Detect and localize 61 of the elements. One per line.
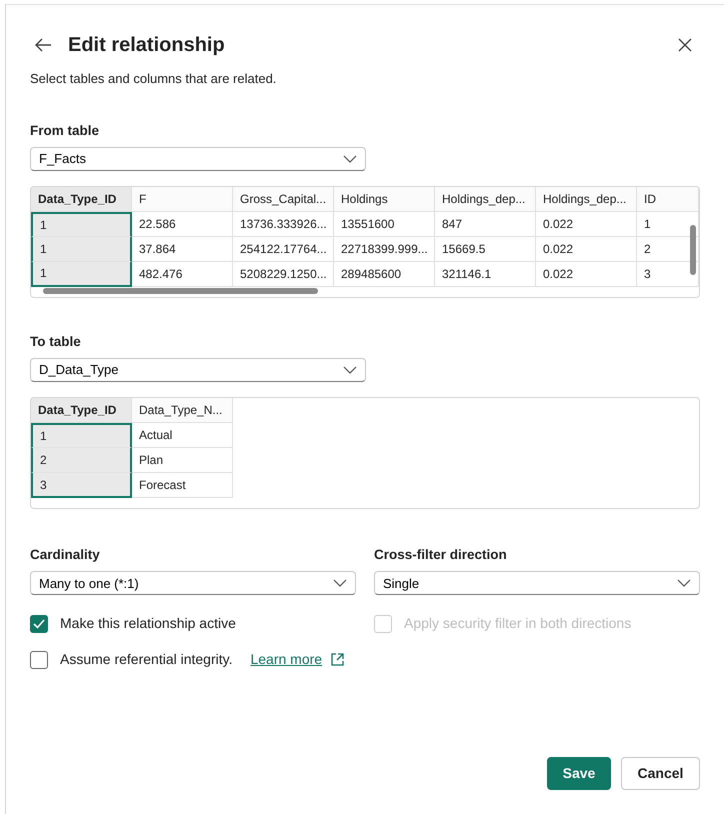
table-cell: Plan	[132, 448, 233, 473]
table-cell: 3	[637, 262, 699, 287]
back-button[interactable]	[34, 38, 52, 52]
dropdown[interactable]: Single	[374, 571, 700, 596]
checkbox-label: Apply security filter in both directions	[404, 614, 632, 634]
field-label: Cross-filter direction	[374, 546, 508, 564]
table-cell: 22.586	[132, 212, 233, 237]
column-header[interactable]: Holdings	[334, 186, 435, 212]
field-label: To table	[30, 332, 82, 351]
chevron-down-icon	[677, 579, 691, 588]
table-cell: 1	[31, 423, 132, 448]
table-cell: 1	[31, 236, 132, 262]
column-header[interactable]: Data_Type_ID	[31, 398, 132, 423]
table-cell: 0.022	[536, 212, 637, 237]
checkmark-icon	[33, 618, 45, 629]
checkbox-label: Make this relationship active	[60, 614, 236, 634]
learn-more-link[interactable]: Learn more	[250, 649, 322, 670]
table-cell: 321146.1	[435, 262, 536, 287]
external-link-icon[interactable]	[330, 652, 346, 668]
chevron-down-icon	[333, 579, 347, 588]
dropdown[interactable]: D_Data_Type	[30, 358, 366, 382]
column-header[interactable]: Gross_Capital...	[233, 186, 334, 212]
field-label: Cardinality	[30, 546, 101, 564]
cancel-button[interactable]: Cancel	[621, 757, 700, 790]
checkbox-label: Assume referential integrity.	[60, 650, 232, 670]
table-cell: 0.022	[536, 262, 637, 287]
table-cell: 1	[637, 212, 699, 237]
checkbox[interactable]	[30, 614, 48, 633]
table-cell: 13736.333926...	[233, 212, 334, 237]
close-button[interactable]	[678, 38, 692, 52]
table-cell: 1	[31, 212, 132, 237]
dropdown[interactable]: F_Facts	[30, 146, 366, 171]
table-cell: 2	[31, 448, 132, 473]
checkbox[interactable]	[30, 650, 48, 669]
dropdown[interactable]: Many to one (*:1)	[30, 571, 356, 596]
table-cell: 3	[31, 473, 132, 498]
save-button[interactable]: Save	[547, 757, 611, 790]
table-cell: Forecast	[132, 473, 233, 498]
field-label: From table	[30, 122, 100, 140]
table-cell: 847	[435, 212, 536, 237]
table-cell: Actual	[132, 423, 233, 448]
table-cell: 0.022	[536, 236, 637, 262]
table-cell: 37.864	[132, 236, 233, 262]
table-cell: 482.476	[132, 262, 233, 287]
table-cell: 13551600	[334, 212, 435, 237]
dialog-title: Edit relationship	[68, 33, 225, 57]
column-header[interactable]: ID	[637, 186, 699, 212]
column-header[interactable]: Data_Type_N...	[132, 398, 233, 423]
table-cell: 22718399.999...	[334, 236, 435, 262]
table-cell: 15669.5	[435, 236, 536, 262]
table-cell: 289485600	[334, 262, 435, 287]
chevron-down-icon	[343, 366, 357, 374]
column-header[interactable]: Data_Type_ID	[31, 186, 132, 212]
table-cell: 254122.17764...	[233, 236, 334, 262]
table-cell: 5208229.1250...	[233, 262, 334, 287]
chevron-down-icon	[343, 154, 357, 163]
table-cell: 1	[31, 262, 132, 287]
dialog-subtitle: Select tables and columns that are related.	[30, 70, 278, 88]
column-header[interactable]: Holdings_dep...	[435, 186, 536, 212]
column-header[interactable]: F	[132, 186, 233, 212]
column-header[interactable]: Holdings_dep...	[536, 186, 637, 212]
